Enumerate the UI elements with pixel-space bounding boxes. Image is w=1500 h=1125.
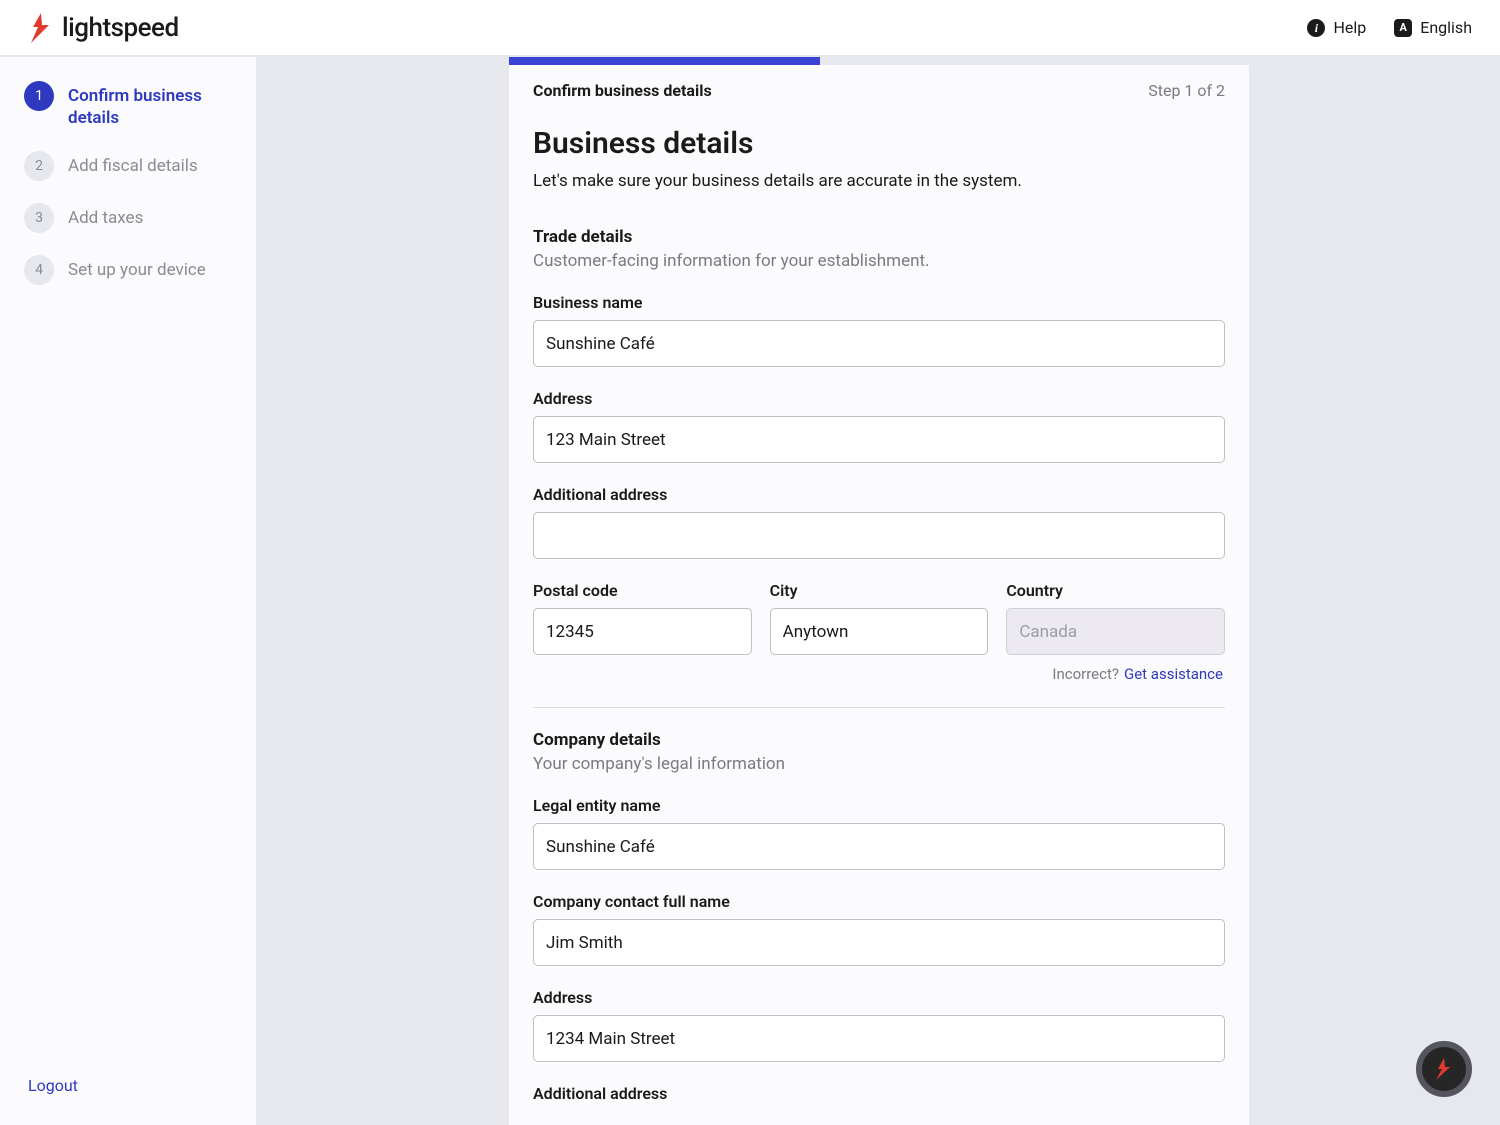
sidebar-step-confirm-business[interactable]: 1 Confirm business details	[24, 81, 240, 129]
step-label: Confirm business details	[68, 81, 240, 129]
sidebar-step-add-taxes[interactable]: 3 Add taxes	[24, 203, 240, 233]
app-header: lightspeed i Help A English	[0, 0, 1500, 56]
get-assistance-link[interactable]: Get assistance	[1124, 665, 1223, 683]
company-section-sub: Your company's legal information	[533, 754, 1225, 774]
trade-section-sub: Customer-facing information for your est…	[533, 251, 1225, 271]
progress-bar	[509, 57, 1249, 65]
postal-code-input[interactable]	[533, 608, 752, 655]
brand-name: lightspeed	[62, 13, 179, 43]
business-details-card: Confirm business details Step 1 of 2 Bus…	[509, 57, 1249, 1125]
lightspeed-flame-icon	[28, 13, 54, 43]
step-number: 1	[24, 81, 54, 111]
sidebar-step-setup-device[interactable]: 4 Set up your device	[24, 255, 240, 285]
company-address-input[interactable]	[533, 1015, 1225, 1062]
legal-entity-name-label: Legal entity name	[533, 796, 1225, 815]
card-header-step: Step 1 of 2	[1148, 81, 1225, 100]
postal-code-label: Postal code	[533, 581, 752, 600]
sidebar-step-fiscal-details[interactable]: 2 Add fiscal details	[24, 151, 240, 181]
language-icon: A	[1394, 19, 1412, 37]
progress-fill	[509, 57, 820, 65]
company-contact-input[interactable]	[533, 919, 1225, 966]
logout-link[interactable]: Logout	[24, 1062, 240, 1109]
setup-steps-sidebar: 1 Confirm business details 2 Add fiscal …	[0, 57, 256, 1125]
trade-additional-address-label: Additional address	[533, 485, 1225, 504]
support-widget-button[interactable]	[1416, 1041, 1472, 1097]
trade-address-label: Address	[533, 389, 1225, 408]
card-header: Confirm business details Step 1 of 2	[509, 65, 1249, 126]
incorrect-text: Incorrect?	[1052, 665, 1119, 683]
step-number: 4	[24, 255, 54, 285]
trade-additional-address-input[interactable]	[533, 512, 1225, 559]
help-label: Help	[1333, 18, 1366, 37]
company-address-label: Address	[533, 988, 1225, 1007]
section-divider	[533, 707, 1225, 708]
step-label: Add taxes	[68, 203, 143, 229]
help-link[interactable]: i Help	[1307, 18, 1366, 37]
company-section-title: Company details	[533, 730, 1225, 750]
page-subtitle: Let's make sure your business details ar…	[533, 171, 1225, 191]
company-additional-address-label: Additional address	[533, 1084, 1225, 1103]
language-selector[interactable]: A English	[1394, 18, 1472, 37]
flame-icon	[1434, 1058, 1454, 1080]
city-label: City	[770, 581, 989, 600]
legal-entity-name-input[interactable]	[533, 823, 1225, 870]
header-actions: i Help A English	[1307, 18, 1472, 37]
city-input[interactable]	[770, 608, 989, 655]
info-icon: i	[1307, 19, 1325, 37]
step-number: 2	[24, 151, 54, 181]
country-input	[1006, 608, 1225, 655]
trade-section-title: Trade details	[533, 227, 1225, 247]
business-name-label: Business name	[533, 293, 1225, 312]
trade-address-input[interactable]	[533, 416, 1225, 463]
step-label: Add fiscal details	[68, 151, 198, 177]
business-name-input[interactable]	[533, 320, 1225, 367]
form-body: Business details Let's make sure your bu…	[509, 126, 1249, 1125]
page-title: Business details	[533, 126, 1225, 161]
brand-logo: lightspeed	[28, 13, 179, 43]
step-label: Set up your device	[68, 255, 206, 281]
company-contact-label: Company contact full name	[533, 892, 1225, 911]
step-number: 3	[24, 203, 54, 233]
card-header-title: Confirm business details	[533, 81, 712, 100]
language-label: English	[1420, 18, 1472, 37]
country-label: Country	[1006, 581, 1225, 600]
